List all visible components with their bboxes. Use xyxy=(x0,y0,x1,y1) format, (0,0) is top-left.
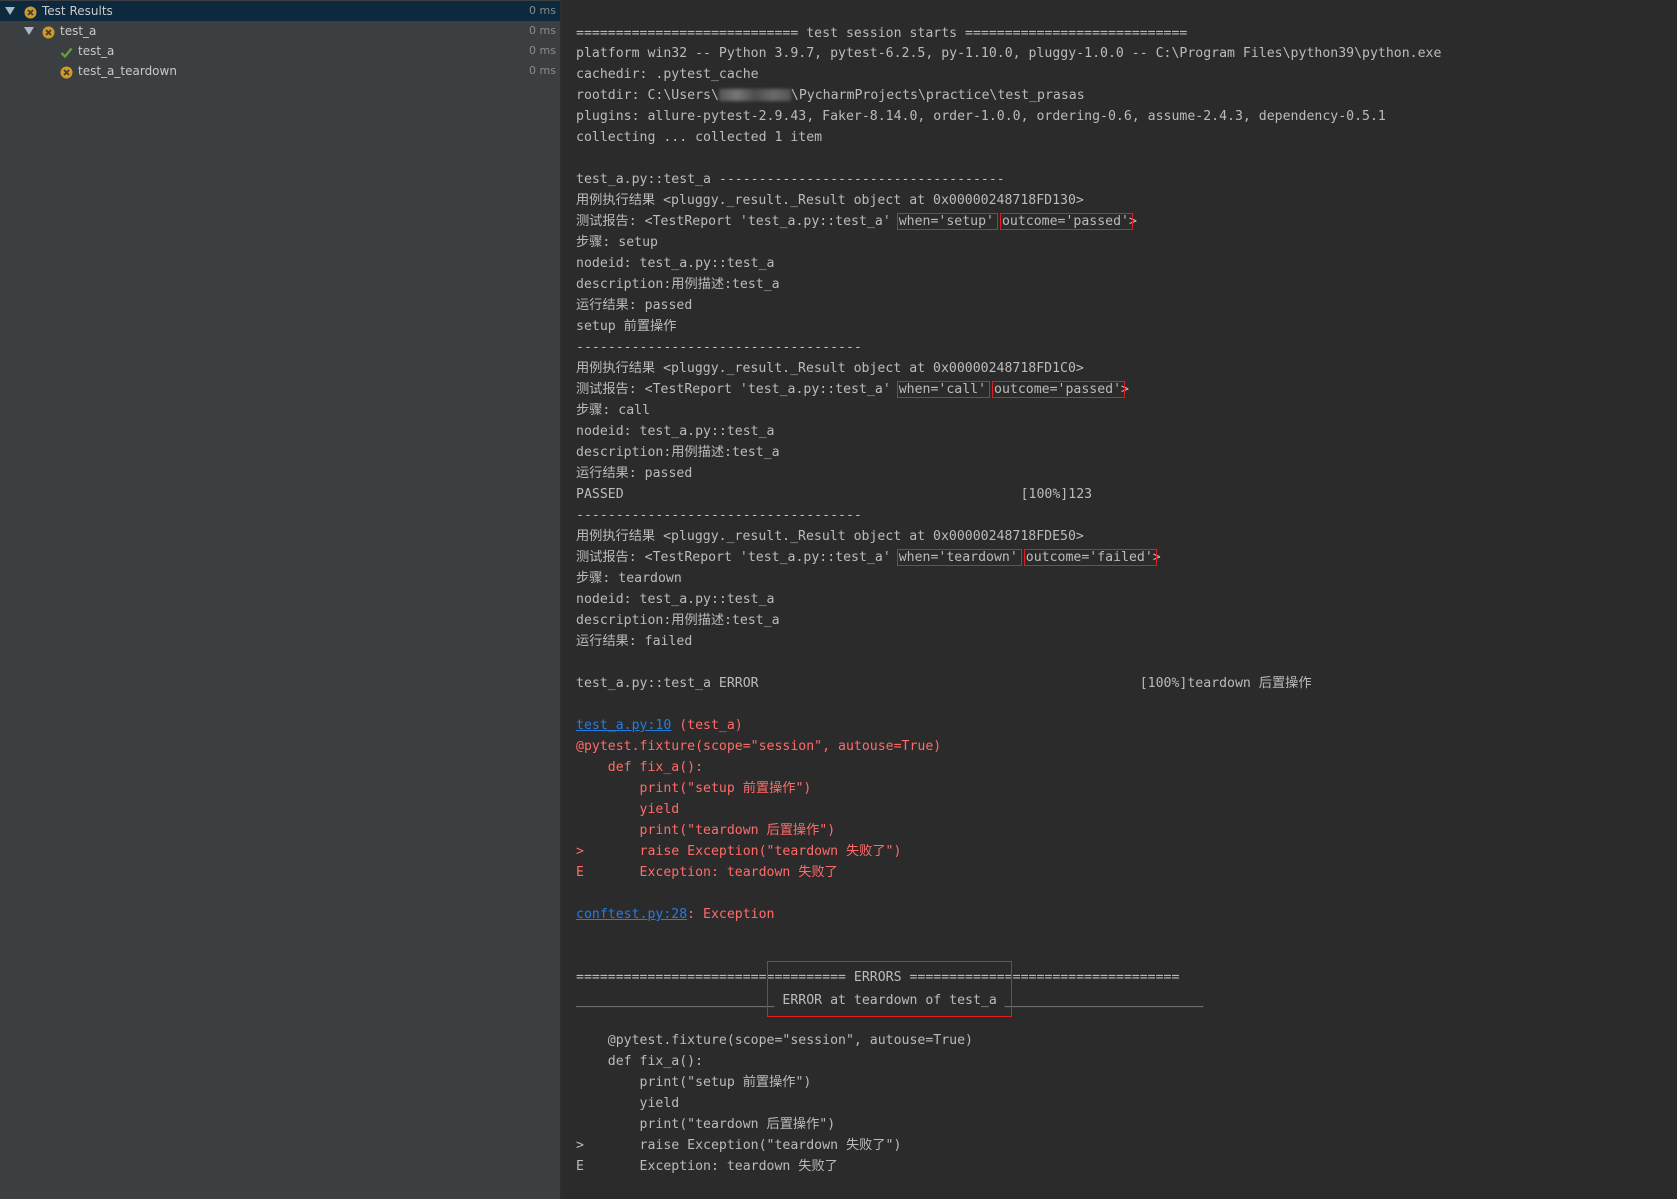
report-outcome: outcome='passed' xyxy=(994,382,1122,397)
call-result-line: 用例执行结果 <pluggy._result._Result object at… xyxy=(576,361,1084,376)
errors-header: ================================== ERROR… xyxy=(576,970,1180,985)
setup-report-line: 测试报告: <TestReport 'test_a.py::test_a' wh… xyxy=(576,211,1137,232)
code-line: yield xyxy=(576,802,680,817)
report-prefix: 测试报告: <TestReport 'test_a.py::test_a' xyxy=(576,382,899,397)
teardown-run-result-line: 运行结果: failed xyxy=(576,634,693,649)
check-icon xyxy=(60,45,73,59)
session-header: ============================ test sessio… xyxy=(576,26,1188,41)
test-header: test_a.py::test_a ----------------------… xyxy=(576,172,1005,187)
code-line: E Exception: teardown 失败了 xyxy=(576,865,838,880)
tree-label: Test Results xyxy=(42,4,113,18)
redacted-username xyxy=(718,89,791,101)
code-line: print("setup 前置操作") xyxy=(576,781,812,796)
rootdir-line: rootdir: C:\Users\ \PycharmProjects\pract… xyxy=(576,85,1085,106)
conftest-link[interactable]: conftest.py:28 xyxy=(576,907,687,922)
teardown-description-line: description:用例描述:test_a xyxy=(576,613,780,628)
setup-description-line: description:用例描述:test_a xyxy=(576,277,780,292)
trace-location-line: test_a.py:10 (test_a) xyxy=(576,715,743,736)
tree-row-suite-test-a[interactable]: test_a 0 ms xyxy=(0,21,560,41)
trace-link[interactable]: test_a.py:10 xyxy=(576,718,671,733)
code2-line: print("teardown 后置操作") xyxy=(576,1117,836,1132)
code-line: print("teardown 后置操作") xyxy=(576,823,836,838)
call-run-result-line: 运行结果: passed xyxy=(576,466,693,481)
report-when: when='setup' xyxy=(898,214,994,229)
separator-line: ------------------------------------ xyxy=(576,340,862,355)
report-when: when='teardown' xyxy=(898,550,1018,565)
duration: 0 ms xyxy=(529,44,556,57)
teardown-step-line: 步骤: teardown xyxy=(576,571,682,586)
trace-context: (test_a) xyxy=(671,718,743,733)
call-report-line: 测试报告: <TestReport 'test_a.py::test_a' wh… xyxy=(576,379,1129,400)
setup-nodeid-line: nodeid: test_a.py::test_a xyxy=(576,256,775,271)
code2-line: > raise Exception("teardown 失败了") xyxy=(576,1138,902,1153)
error-icon xyxy=(24,5,37,19)
collecting-line: collecting ... collected 1 item xyxy=(576,130,823,145)
tree-row-test-results[interactable]: Test Results 0 ms xyxy=(0,1,560,21)
code-line: def fix_a(): xyxy=(576,760,704,775)
code-line: > raise Exception("teardown 失败了") xyxy=(576,844,902,859)
tree-label: test_a xyxy=(60,24,97,38)
expand-arrow-icon[interactable] xyxy=(24,27,34,35)
conftest-line: conftest.py:28: Exception xyxy=(576,904,775,925)
duration: 0 ms xyxy=(529,4,556,17)
setup-step-line: 步骤: setup xyxy=(576,235,658,250)
rootdir-suffix: \PycharmProjects\practice\test_prasas xyxy=(790,88,1085,103)
console-output[interactable]: ============================ test sessio… xyxy=(561,0,1677,1199)
setup-extra-line: setup 前置操作 xyxy=(576,319,677,334)
duration: 0 ms xyxy=(529,64,556,77)
tree-row-test-a-teardown[interactable]: test_a_teardown 0 ms xyxy=(0,61,560,81)
plugins-line: plugins: allure-pytest-2.9.43, Faker-8.1… xyxy=(576,109,1386,124)
call-step-line: 步骤: call xyxy=(576,403,651,418)
report-close: > xyxy=(1128,214,1137,229)
code-line: @pytest.fixture(scope="session", autouse… xyxy=(576,739,942,754)
code2-line: def fix_a(): xyxy=(576,1054,704,1069)
teardown-nodeid-line: nodeid: test_a.py::test_a xyxy=(576,592,775,607)
setup-result-line: 用例执行结果 <pluggy._result._Result object at… xyxy=(576,193,1084,208)
teardown-result-line: 用例执行结果 <pluggy._result._Result object at… xyxy=(576,529,1084,544)
error-at-line: _________________________ ERROR at teard… xyxy=(576,993,1204,1008)
tree-row-test-a[interactable]: test_a 0 ms xyxy=(0,41,560,61)
report-when: when='call' xyxy=(898,382,987,397)
code2-line: E Exception: teardown 失败了 xyxy=(576,1159,838,1174)
platform-line: platform win32 -- Python 3.9.7, pytest-6… xyxy=(576,46,1442,61)
code2-line: @pytest.fixture(scope="session", autouse… xyxy=(576,1033,973,1048)
report-close: > xyxy=(1121,382,1129,397)
report-outcome: outcome='failed' xyxy=(1025,550,1153,565)
setup-run-result-line: 运行结果: passed xyxy=(576,298,693,313)
teardown-report-line: 测试报告: <TestReport 'test_a.py::test_a' wh… xyxy=(576,547,1161,568)
tree-label: test_a xyxy=(78,44,115,58)
tree-label: test_a_teardown xyxy=(78,64,177,78)
conftest-suffix: : Exception xyxy=(687,907,775,922)
separator-line: ------------------------------------ xyxy=(576,508,862,523)
rootdir-prefix: rootdir: C:\Users\ xyxy=(576,88,719,103)
error-icon xyxy=(60,65,73,79)
test-results-tree: Test Results 0 ms test_a 0 ms test_a 0 m… xyxy=(0,0,560,1199)
code2-line: print("setup 前置操作") xyxy=(576,1075,812,1090)
code2-line: yield xyxy=(576,1096,680,1111)
report-prefix: 测试报告: <TestReport 'test_a.py::test_a' xyxy=(576,550,899,565)
report-prefix: 测试报告: <TestReport 'test_a.py::test_a' xyxy=(576,214,899,229)
duration: 0 ms xyxy=(529,24,556,37)
error-summary-line: test_a.py::test_a ERROR [100%]teardown 后… xyxy=(576,676,1312,691)
cachedir-line: cachedir: .pytest_cache xyxy=(576,67,759,82)
passed-line: PASSED [100%]123 xyxy=(576,487,1093,502)
call-description-line: description:用例描述:test_a xyxy=(576,445,780,460)
call-nodeid-line: nodeid: test_a.py::test_a xyxy=(576,424,775,439)
expand-arrow-icon[interactable] xyxy=(5,7,15,15)
report-outcome: outcome='passed' xyxy=(1001,214,1129,229)
error-icon xyxy=(42,25,55,39)
report-close: > xyxy=(1152,550,1161,565)
